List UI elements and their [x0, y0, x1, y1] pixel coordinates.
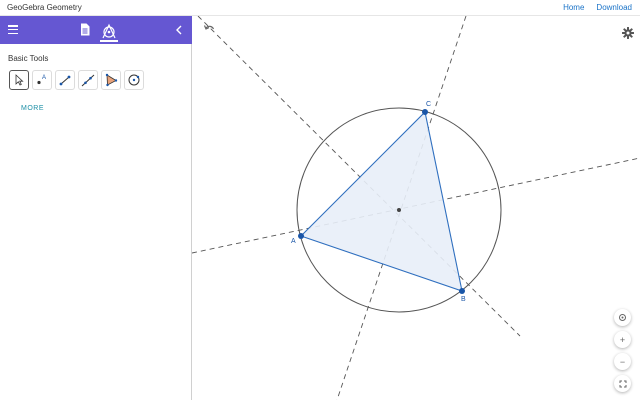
point-b[interactable]	[459, 288, 465, 294]
point-c[interactable]	[422, 109, 428, 115]
section-title: Basic Tools	[8, 54, 49, 63]
point-tool-button[interactable]: A	[32, 70, 52, 90]
svg-text:A: A	[42, 75, 46, 81]
line-icon	[81, 74, 95, 87]
home-view-button[interactable]	[614, 309, 631, 326]
download-link[interactable]: Download	[596, 3, 632, 12]
perpendicular-bisector-ab[interactable]	[197, 16, 521, 337]
graphics-view[interactable]: A B C	[192, 16, 640, 400]
fullscreen-icon	[619, 380, 626, 387]
gear-icon[interactable]	[622, 27, 634, 39]
construction-drawing: A B C	[192, 16, 640, 400]
segment-icon	[59, 75, 71, 86]
circle-tool-button[interactable]	[124, 70, 144, 90]
point-c-label: C	[426, 101, 431, 108]
active-tab-indicator	[100, 40, 118, 42]
hamburger-menu-icon[interactable]	[8, 25, 18, 35]
chevron-left-icon[interactable]	[174, 24, 184, 36]
zoom-in-button[interactable]: +	[614, 331, 631, 348]
undo-icon[interactable]	[203, 24, 215, 34]
circle-center-point-icon	[128, 74, 140, 86]
app-title: GeoGebra Geometry	[7, 3, 82, 12]
polygon-tool-button[interactable]	[101, 70, 121, 90]
tools-sidebar: Basic Tools A MORE	[0, 16, 192, 400]
more-tools-link[interactable]: MORE	[21, 105, 44, 112]
triangle-abc[interactable]	[299, 110, 463, 292]
home-view-icon	[619, 314, 626, 321]
basic-tools-row: A	[9, 70, 144, 90]
point-a[interactable]	[298, 233, 304, 239]
document-icon[interactable]	[80, 23, 90, 36]
segment-tool-button[interactable]	[55, 70, 75, 90]
point-icon: A	[37, 75, 46, 85]
circumcenter-point[interactable]	[397, 208, 401, 212]
point-b-label: B	[461, 296, 466, 303]
point-a-label: A	[291, 238, 296, 245]
top-bar: GeoGebra Geometry Home Download	[0, 0, 640, 16]
sidebar-toolbar	[0, 16, 192, 44]
line-tool-button[interactable]	[78, 70, 98, 90]
fullscreen-button[interactable]	[614, 375, 631, 392]
zoom-out-icon: −	[619, 356, 626, 367]
zoom-in-icon: +	[619, 334, 626, 345]
geometry-tools-icon[interactable]	[99, 21, 119, 41]
move-tool-button[interactable]	[9, 70, 29, 90]
top-nav: Home Download	[563, 3, 632, 12]
polygon-icon	[105, 73, 118, 87]
move-arrow-icon	[15, 74, 24, 86]
home-link[interactable]: Home	[563, 3, 584, 12]
zoom-out-button[interactable]: −	[614, 353, 631, 370]
